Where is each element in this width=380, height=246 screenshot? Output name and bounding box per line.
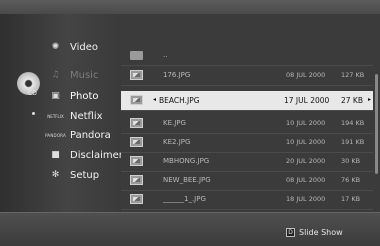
netflix-logo: NETFLIX [47,113,64,119]
d-button-icon: D [286,228,295,237]
file-size: 127 KB [341,71,365,79]
file-size: 76 KB [341,176,361,184]
active-indicator [32,112,35,115]
left-arrow-icon: ◂ [153,96,157,103]
footer-bar: D Slide Show [0,212,380,246]
menu-item-label: Pandora [70,129,111,141]
file-list: .. 176.JPG 08 JUL 2000 127 KB ◂ BEACH.JP… [121,14,380,212]
file-size: 27 KB [341,96,363,105]
menu-item-setup[interactable]: ✻ Setup [48,166,122,184]
gear-icon: ✻ [51,170,60,180]
file-name: .. [163,51,168,59]
disclaimer-icon: ■ [51,150,60,160]
image-file-icon [130,137,143,147]
file-row[interactable]: 176.JPG 08 JUL 2000 127 KB [121,66,373,86]
menu-item-label: Music [70,69,99,81]
file-name: MBHONG.JPG [163,157,210,165]
image-file-icon [130,156,143,166]
menu-item-netflix[interactable]: NETFLIX Netflix [47,107,122,125]
file-row-selected[interactable]: ◂ BEACH.JPG 17 JUL 2000 27 KB ▸ [121,91,373,111]
file-name: BEACH.JPG [159,96,200,105]
menu-item-music[interactable]: ♫ Music [48,66,122,84]
file-size: 194 KB [341,119,365,127]
file-date: 10 JUL 2000 [286,119,326,127]
folder-icon [130,51,143,60]
file-date: 08 JUL 2000 [286,71,326,79]
disc-label: CD [28,90,37,97]
menu-item-label: Disclaimer [70,149,123,161]
file-size: 17 KB [341,195,361,203]
file-name: ______1_.JPG [163,195,206,203]
file-date: 20 JUL 2000 [286,157,326,165]
file-date: 17 JUL 2000 [284,96,330,105]
file-date: 08 JUL 2000 [286,176,326,184]
file-date: 18 JUL 2000 [286,195,326,203]
file-row[interactable]: ______1_.JPG 18 JUL 2000 17 KB [121,190,373,210]
file-name: KE2.JPG [163,138,191,146]
file-row[interactable]: MBHONG.JPG 20 JUL 2000 30 KB [121,152,373,172]
menu-item-pandora[interactable]: PANDORA Pandora [45,126,122,144]
menu-item-photo[interactable]: ▣ Photo [48,87,122,105]
image-file-icon [130,194,143,204]
file-name: KE.JPG [163,119,186,127]
image-file-icon [130,70,143,80]
parent-folder-row[interactable]: .. [121,46,373,66]
file-size: 191 KB [341,138,365,146]
file-size: 30 KB [341,157,361,165]
file-name: NEW_BEE.JPG [163,176,211,184]
top-strip [0,0,380,14]
file-row[interactable]: KE.JPG 10 JUL 2000 194 KB [121,114,373,134]
file-name: 176.JPG [163,71,191,79]
pandora-logo: PANDORA [45,132,66,138]
image-file-icon [130,95,143,105]
music-icon: ♫ [51,70,60,80]
image-file-icon [130,175,143,185]
file-row[interactable]: KE2.JPG 10 JUL 2000 191 KB [121,133,373,153]
menu-item-label: Photo [70,90,99,102]
image-file-icon [130,118,143,128]
menu-item-label: Setup [70,169,100,181]
menu-item-label: Video [70,41,99,53]
menu-item-label: Netflix [70,110,103,122]
media-browser-screen: CD ✺ Video ♫ Music ▣ Photo NETFLIX Netfl… [0,0,380,246]
video-reel-icon: ✺ [51,42,60,52]
photo-icon: ▣ [51,91,60,101]
file-date: 10 JUL 2000 [286,138,326,146]
menu-item-disclaimer[interactable]: ■ Disclaimer [48,146,123,164]
file-row[interactable]: NEW_BEE.JPG 08 JUL 2000 76 KB [121,171,373,191]
list-scrollbar[interactable] [375,74,378,174]
slide-show-hint[interactable]: Slide Show [299,228,343,237]
source-menu: CD ✺ Video ♫ Music ▣ Photo NETFLIX Netfl… [0,14,123,212]
right-arrow-icon: ▸ [368,96,372,103]
menu-item-video[interactable]: ✺ Video [48,38,122,56]
